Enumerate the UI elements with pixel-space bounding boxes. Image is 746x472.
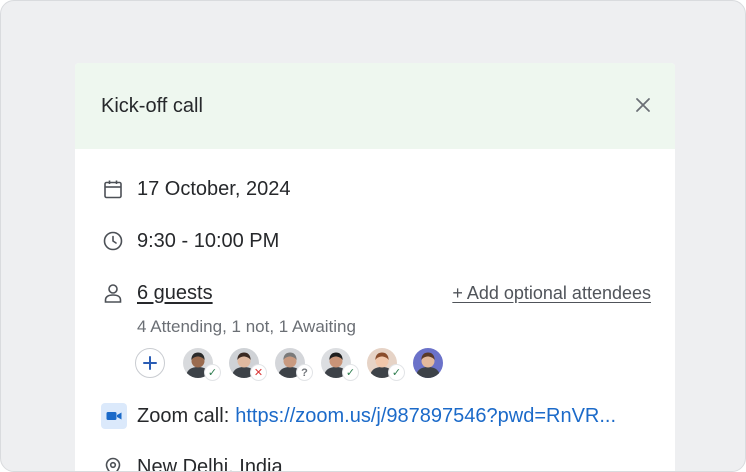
event-title: Kick-off call xyxy=(101,95,203,118)
guest-avatar[interactable]: ✓ xyxy=(367,348,397,378)
zoom-label: Zoom call: xyxy=(137,405,229,428)
event-date: 17 October, 2024 xyxy=(137,178,290,201)
x-icon: ✕ xyxy=(250,364,267,381)
page-background: Kick-off call 17 October, 2024 xyxy=(0,0,746,472)
guests-row: 6 guests + Add optional attendees xyxy=(101,281,651,305)
zoom-meeting-link[interactable]: https://zoom.us/j/987897546?pwd=RnVR... xyxy=(235,405,616,428)
guest-avatar[interactable]: ✓ xyxy=(321,348,351,378)
video-camera-icon xyxy=(101,403,127,429)
plus-icon xyxy=(142,355,158,371)
guest-status-summary: 4 Attending, 1 not, 1 Awaiting xyxy=(137,317,356,337)
calendar-icon xyxy=(101,177,125,201)
clock-icon xyxy=(101,229,125,253)
guest-avatar[interactable] xyxy=(413,348,443,378)
person-icon xyxy=(101,281,125,305)
check-icon: ✓ xyxy=(342,364,359,381)
add-guest-button[interactable] xyxy=(135,348,165,378)
check-icon: ✓ xyxy=(388,364,405,381)
guest-avatar[interactable]: ✕ xyxy=(229,348,259,378)
avatar-photo xyxy=(413,348,443,378)
card-header: Kick-off call xyxy=(75,63,675,149)
time-row: 9:30 - 10:00 PM xyxy=(101,229,651,253)
add-optional-attendees-link[interactable]: + Add optional attendees xyxy=(452,283,651,304)
close-icon xyxy=(635,97,651,113)
check-icon: ✓ xyxy=(204,364,221,381)
zoom-row: Zoom call: https://zoom.us/j/987897546?p… xyxy=(101,403,651,429)
guest-avatar[interactable]: ? xyxy=(275,348,305,378)
event-details-card: Kick-off call 17 October, 2024 xyxy=(75,63,675,472)
guest-avatar[interactable]: ✓ xyxy=(183,348,213,378)
date-row: 17 October, 2024 xyxy=(101,177,651,201)
close-button[interactable] xyxy=(631,93,655,117)
guests-link[interactable]: 6 guests xyxy=(137,282,213,305)
question-icon: ? xyxy=(296,364,313,381)
event-time: 9:30 - 10:00 PM xyxy=(137,230,279,253)
guest-avatars: ✓✕?✓✓ xyxy=(135,348,459,378)
